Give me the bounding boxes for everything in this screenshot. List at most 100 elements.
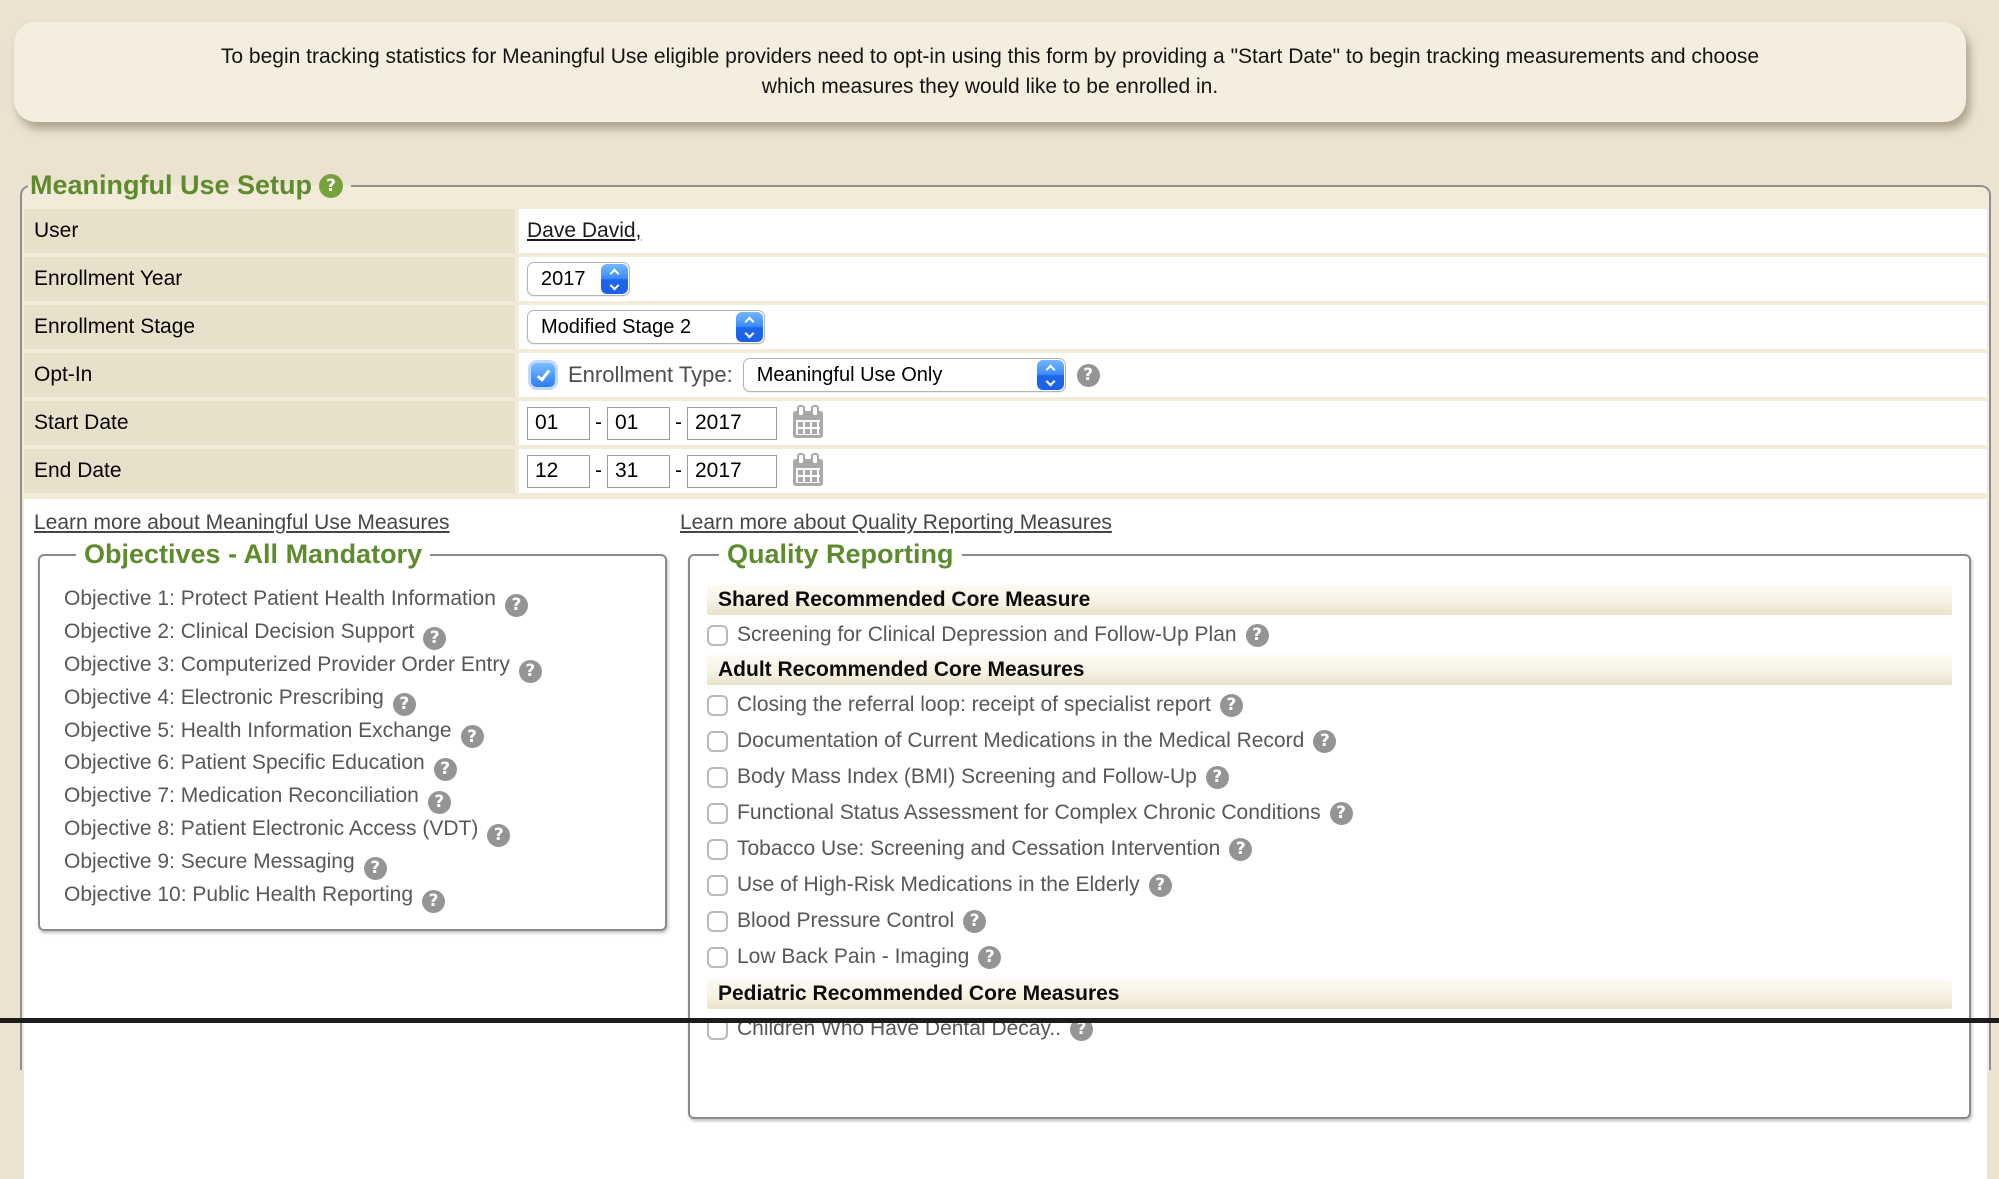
start-date-value: - - (519, 401, 1987, 445)
help-icon[interactable]: ? (393, 693, 416, 716)
objective-item: Objective 10: Public Health Reporting? (64, 880, 665, 913)
calendar-icon[interactable] (793, 411, 823, 438)
enrollment-type-selected: Meaningful Use Only (744, 359, 1036, 391)
measure-item: Body Mass Index (BMI) Screening and Foll… (707, 759, 1952, 795)
objective-item: Objective 2: Clinical Decision Support? (64, 617, 665, 650)
setup-help-icon[interactable]: ? (319, 174, 343, 198)
date-separator: - (595, 459, 602, 483)
objective-text: Objective 1: Protect Patient Health Info… (64, 587, 496, 610)
measure-checkbox[interactable] (707, 803, 728, 824)
section-header-shared: Shared Recommended Core Measure (707, 585, 1952, 615)
calendar-icon[interactable] (793, 459, 823, 486)
measure-item: Children Who Have Dental Decay.. ? (707, 1011, 1952, 1047)
opt-in-label: Opt-In (24, 353, 515, 397)
learn-more-qr-link[interactable]: Learn more about Quality Reporting Measu… (680, 511, 1112, 535)
measure-checkbox[interactable] (707, 947, 728, 968)
enrollment-year-selected: 2017 (528, 263, 600, 295)
measure-text: Blood Pressure Control (737, 909, 954, 933)
help-icon[interactable]: ? (519, 660, 542, 683)
start-date-label: Start Date (24, 401, 515, 445)
measure-text: Closing the referral loop: receipt of sp… (737, 693, 1211, 717)
measure-text: Low Back Pain - Imaging (737, 945, 969, 969)
help-icon[interactable]: ? (1149, 874, 1172, 897)
help-icon[interactable]: ? (1220, 694, 1243, 717)
objective-text: Objective 3: Computerized Provider Order… (64, 653, 510, 676)
help-icon[interactable]: ? (461, 725, 484, 748)
enrollment-stage-select[interactable]: Modified Stage 2 (527, 310, 765, 344)
end-date-month-input[interactable] (527, 455, 590, 488)
measure-checkbox[interactable] (707, 625, 728, 646)
objectives-fieldset: Objectives - All Mandatory Objective 1: … (38, 539, 667, 931)
user-link[interactable]: Dave David, (527, 219, 641, 243)
section-header-pediatric: Pediatric Recommended Core Measures (707, 979, 1952, 1009)
help-icon[interactable]: ? (1206, 766, 1229, 789)
enrollment-type-help-icon[interactable]: ? (1077, 364, 1100, 387)
objective-text: Objective 7: Medication Reconciliation (64, 784, 419, 807)
help-icon[interactable]: ? (1313, 730, 1336, 753)
setup-table: User Dave David, Enrollment Year 2017 En… (24, 209, 1987, 493)
measure-checkbox[interactable] (707, 731, 728, 752)
learn-more-links: Learn more about Meaningful Use Measures… (24, 511, 1987, 539)
measure-item: Documentation of Current Medications in … (707, 723, 1952, 759)
help-icon[interactable]: ? (1229, 838, 1252, 861)
measure-checkbox[interactable] (707, 695, 728, 716)
enrollment-year-value: 2017 (519, 257, 1987, 301)
objective-item: Objective 6: Patient Specific Education? (64, 748, 665, 781)
user-row-label: User (24, 209, 515, 253)
help-icon[interactable]: ? (434, 758, 457, 781)
measure-checkbox[interactable] (707, 839, 728, 860)
quality-legend: Quality Reporting (719, 539, 962, 570)
end-date-day-input[interactable] (607, 455, 670, 488)
help-icon[interactable]: ? (364, 857, 387, 880)
objective-text: Objective 5: Health Information Exchange (64, 719, 452, 742)
measure-checkbox[interactable] (707, 767, 728, 788)
checkmark-icon (536, 367, 550, 382)
objective-item: Objective 5: Health Information Exchange… (64, 716, 665, 749)
help-icon[interactable]: ? (1330, 802, 1353, 825)
measure-item: Blood Pressure Control ? (707, 903, 1952, 939)
measure-checkbox[interactable] (707, 911, 728, 932)
opt-in-value: Enrollment Type: Meaningful Use Only ? (519, 353, 1987, 397)
select-stepper-icon (736, 312, 763, 342)
help-icon[interactable]: ? (428, 791, 451, 814)
enrollment-stage-value: Modified Stage 2 (519, 305, 1987, 349)
help-icon[interactable]: ? (1246, 624, 1269, 647)
info-banner: To begin tracking statistics for Meaning… (14, 22, 1966, 122)
objective-text: Objective 4: Electronic Prescribing (64, 686, 384, 709)
select-stepper-icon (601, 264, 628, 294)
enrollment-type-select[interactable]: Meaningful Use Only (743, 358, 1066, 392)
window-bottom-edge (0, 1018, 1999, 1023)
date-separator: - (595, 411, 602, 435)
start-date-year-input[interactable] (687, 407, 777, 440)
objective-text: Objective 6: Patient Specific Education (64, 751, 425, 774)
enrollment-year-select[interactable]: 2017 (527, 262, 630, 296)
enrollment-type-label: Enrollment Type: (568, 362, 733, 388)
objective-text: Objective 8: Patient Electronic Access (… (64, 817, 478, 840)
help-icon[interactable]: ? (487, 824, 510, 847)
start-date-day-input[interactable] (607, 407, 670, 440)
measure-item: Screening for Clinical Depression and Fo… (707, 617, 1952, 653)
help-icon[interactable]: ? (505, 594, 528, 617)
objective-text: Objective 9: Secure Messaging (64, 850, 355, 873)
measure-checkbox[interactable] (707, 875, 728, 896)
measure-item: Low Back Pain - Imaging ? (707, 939, 1952, 975)
help-icon[interactable]: ? (423, 627, 446, 650)
objectives-legend: Objectives - All Mandatory (76, 539, 430, 570)
help-icon[interactable]: ? (963, 910, 986, 933)
start-date-month-input[interactable] (527, 407, 590, 440)
setup-legend-text: Meaningful Use Setup (30, 170, 312, 201)
end-date-label: End Date (24, 449, 515, 493)
enrollment-stage-selected: Modified Stage 2 (528, 311, 735, 343)
measure-item: Tobacco Use: Screening and Cessation Int… (707, 831, 1952, 867)
meaningful-use-setup-fieldset: Meaningful Use Setup ? User Dave David, … (20, 170, 1991, 1070)
objective-text: Objective 2: Clinical Decision Support (64, 620, 414, 643)
measure-text: Body Mass Index (BMI) Screening and Foll… (737, 765, 1197, 789)
measure-item: Functional Status Assessment for Complex… (707, 795, 1952, 831)
opt-in-checkbox[interactable] (531, 363, 555, 387)
help-icon[interactable]: ? (422, 890, 445, 913)
learn-more-mu-link[interactable]: Learn more about Meaningful Use Measures (34, 511, 450, 535)
objectives-list: Objective 1: Protect Patient Health Info… (64, 584, 665, 913)
end-date-year-input[interactable] (687, 455, 777, 488)
help-icon[interactable]: ? (978, 946, 1001, 969)
date-separator: - (675, 411, 682, 435)
